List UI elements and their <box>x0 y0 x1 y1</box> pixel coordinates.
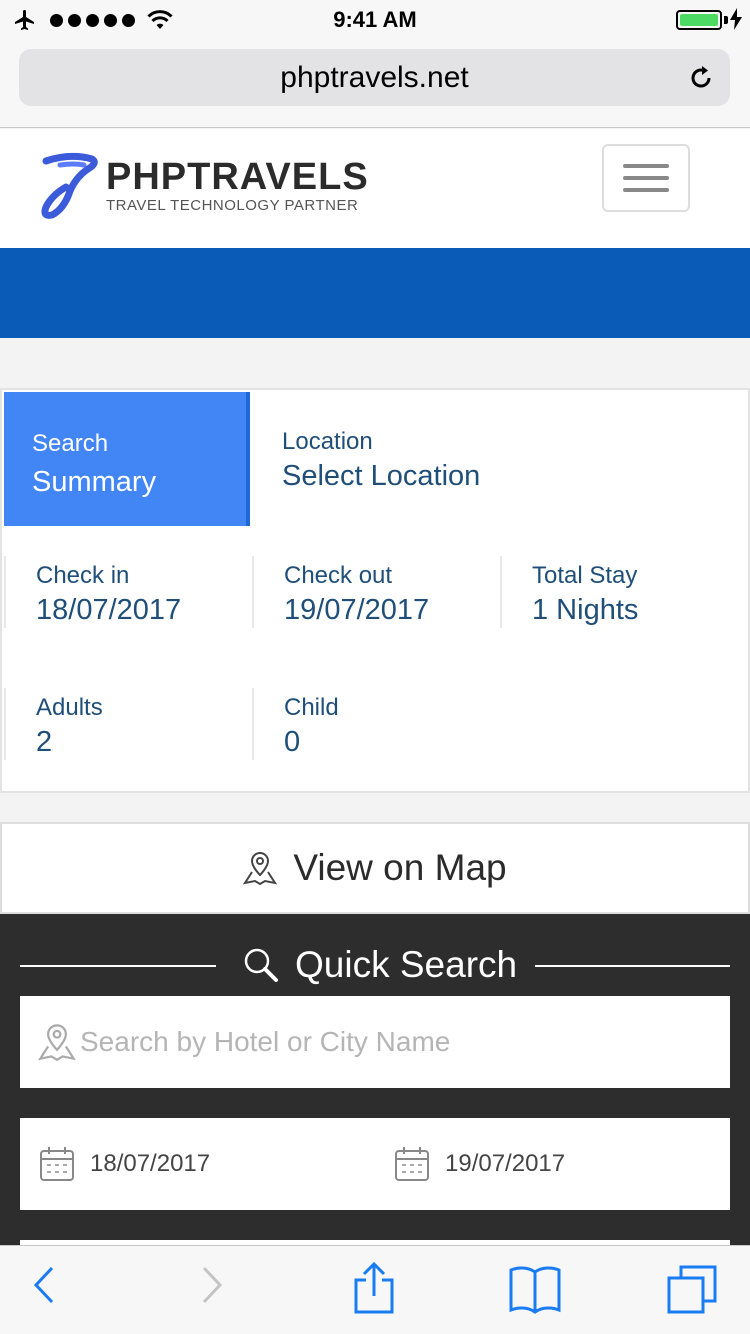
hotel-search-box[interactable] <box>20 996 730 1088</box>
child-value: 0 <box>284 726 301 758</box>
checkin-value: 18/07/2017 <box>36 594 182 626</box>
site-header: PHPTRAVELS TRAVEL TECHNOLOGY PARTNER <box>0 129 750 248</box>
charging-bolt-icon <box>730 8 742 30</box>
adults-label: Adults <box>36 694 103 721</box>
hamburger-menu-button[interactable] <box>602 144 690 212</box>
status-time: 9:41 AM <box>333 7 417 32</box>
logo-subtitle: TRAVEL TECHNOLOGY PARTNER <box>106 197 359 214</box>
view-on-map-label: View on Map <box>293 847 507 888</box>
browser-address-area: phptravels.net <box>0 40 750 128</box>
menu-bar <box>623 176 669 180</box>
forward-icon[interactable] <box>196 1262 226 1308</box>
quick-search-header: Quick Search <box>0 944 750 988</box>
menu-bar <box>623 164 669 168</box>
status-bar: 9:41 AM <box>0 0 750 40</box>
checkout-date-text: 19/07/2017 <box>445 1150 566 1177</box>
checkin-label: Check in <box>36 562 130 589</box>
adults-summary: Adults 2 <box>4 688 103 760</box>
calendar-icon <box>395 1147 429 1181</box>
share-icon[interactable] <box>352 1260 396 1316</box>
reload-icon[interactable] <box>686 63 716 93</box>
quick-search-title: Quick Search <box>243 944 517 986</box>
adults-value: 2 <box>36 726 53 758</box>
summary-heading: Search Summary <box>4 392 250 526</box>
quick-search-title-text: Quick Search <box>295 944 518 985</box>
location-value: Select Location <box>282 460 481 492</box>
address-text: phptravels.net <box>280 60 469 94</box>
logo-mark-icon <box>41 152 98 219</box>
map-pin-icon <box>243 851 278 886</box>
location-field[interactable]: Location Select Location <box>282 428 480 493</box>
checkout-summary: Check out 19/07/2017 <box>252 556 429 628</box>
total-stay-label: Total Stay <box>532 562 638 589</box>
child-label: Child <box>284 694 339 721</box>
hero-banner <box>0 248 750 338</box>
divider-line <box>535 965 730 967</box>
address-bar[interactable]: phptravels.net <box>19 49 730 106</box>
view-on-map-button[interactable]: View on Map <box>0 822 750 914</box>
tabs-icon[interactable] <box>666 1264 720 1316</box>
summary-heading-line1: Search <box>32 430 109 457</box>
checkin-date-text: 18/07/2017 <box>90 1150 211 1177</box>
logo-title: PHPTRAVELS <box>106 156 369 198</box>
total-stay-summary: Total Stay 1 Nights <box>500 556 638 628</box>
checkin-summary: Check in 18/07/2017 <box>4 556 181 628</box>
checkout-value: 19/07/2017 <box>284 594 430 626</box>
back-icon[interactable] <box>30 1262 60 1308</box>
summary-heading-line2: Summary <box>32 466 157 498</box>
browser-toolbar <box>0 1245 750 1334</box>
hotel-search-input[interactable] <box>80 1026 700 1058</box>
total-stay-value: 1 Nights <box>532 594 639 626</box>
map-pin-icon <box>38 1024 76 1062</box>
checkin-date-field[interactable]: 18/07/2017 <box>38 1118 210 1210</box>
checkout-date-field[interactable]: 19/07/2017 <box>393 1118 565 1210</box>
battery-tip <box>724 16 728 24</box>
calendar-icon <box>40 1147 74 1181</box>
checkout-label: Check out <box>284 562 393 589</box>
logo-text: PHPTRAVELS TRAVEL TECHNOLOGY PARTNER <box>106 157 369 215</box>
magnifier-icon <box>244 948 278 982</box>
child-summary: Child 0 <box>252 688 339 760</box>
divider-line <box>20 965 216 967</box>
location-label: Location <box>282 428 373 455</box>
dates-row: 18/07/2017 19/07/2017 <box>20 1118 730 1210</box>
battery-icon <box>676 10 722 30</box>
site-logo[interactable]: PHPTRAVELS TRAVEL TECHNOLOGY PARTNER <box>40 151 369 221</box>
menu-bar <box>623 188 669 192</box>
search-summary-card: Search Summary Location Select Location … <box>0 388 750 793</box>
bookmarks-icon[interactable] <box>508 1264 562 1314</box>
